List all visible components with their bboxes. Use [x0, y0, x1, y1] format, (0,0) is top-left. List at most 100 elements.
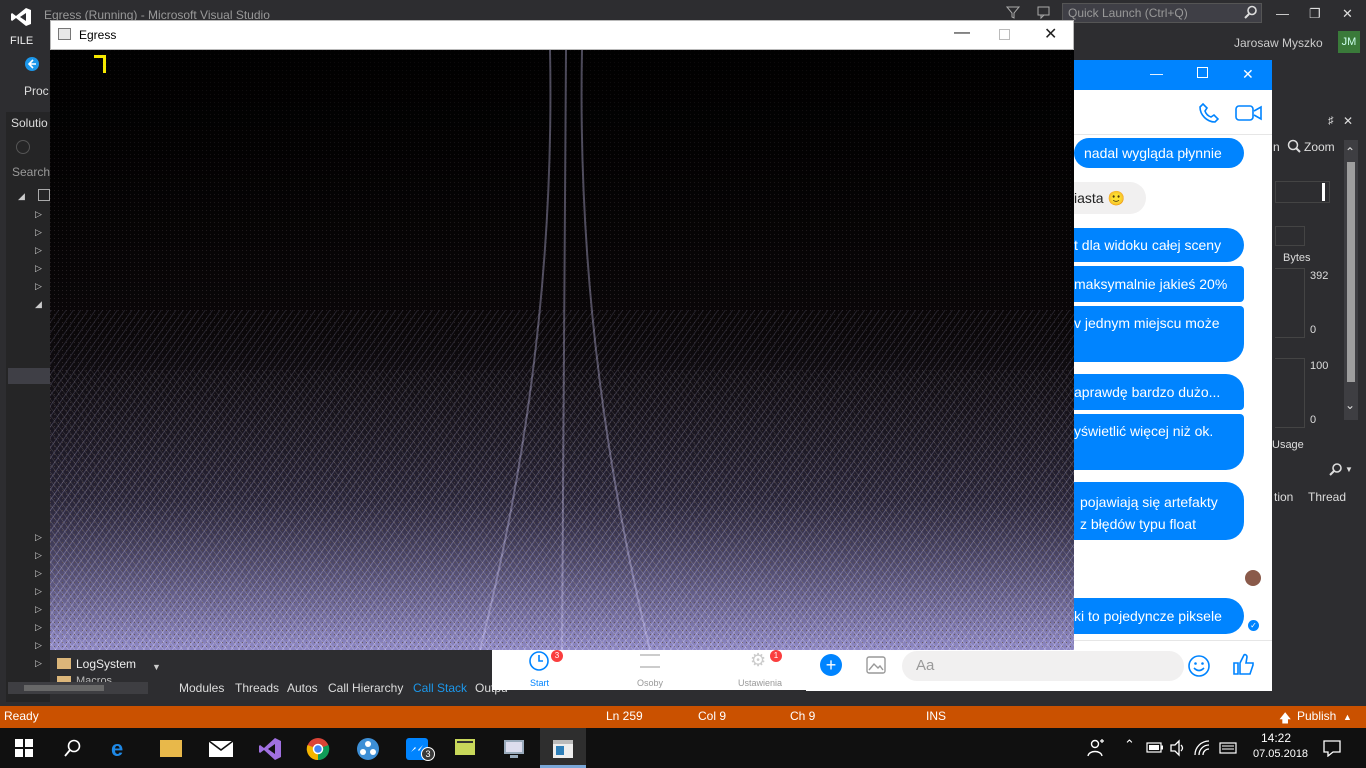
tree-collapsed-icon[interactable]: ▷ [35, 245, 42, 256]
mail-icon[interactable] [208, 740, 234, 758]
windows-start-icon[interactable] [15, 739, 33, 757]
chrome-icon[interactable] [306, 737, 330, 761]
message-bubble-incoming[interactable]: iasta 🙂 [1074, 182, 1146, 214]
people-icon[interactable] [1087, 739, 1105, 757]
message-bubble[interactable]: pojawiają się artefakty z błędów typu flo… [1074, 482, 1244, 540]
tree-collapsed-icon[interactable]: ▷ [35, 604, 42, 615]
messenger-minimize-icon[interactable]: — [1150, 66, 1163, 81]
vs-restore-icon[interactable]: ❐ [1309, 6, 1321, 22]
tree-collapsed-icon[interactable]: ▷ [35, 550, 42, 561]
tab-call-hierarchy[interactable]: Call Hierarchy [328, 681, 403, 695]
message-bubble[interactable]: yświetlić więcej niż ok. [1074, 414, 1244, 470]
scrollbar-thumb[interactable] [1347, 162, 1355, 382]
message-bubble[interactable]: ki to pojedyncze piksele [1074, 598, 1244, 634]
pin-icon[interactable]: ♯ [1328, 115, 1334, 127]
tree-collapsed-icon[interactable]: ▷ [35, 622, 42, 633]
app-cluster-icon[interactable] [356, 737, 380, 761]
user-name[interactable]: Jarosaw Myszko [1234, 36, 1323, 50]
tab-autos[interactable]: Autos [287, 681, 318, 695]
tree-collapsed-icon[interactable]: ▷ [35, 281, 42, 292]
publish-caret-icon[interactable]: ▲ [1343, 712, 1352, 722]
filter-icon[interactable] [1006, 5, 1020, 19]
column-header-function[interactable]: tion [1274, 490, 1293, 504]
people-list-icon[interactable] [640, 654, 660, 668]
tree-collapsed-icon[interactable]: ▷ [35, 640, 42, 651]
publish-button[interactable]: Publish [1297, 709, 1336, 723]
volume-icon[interactable] [1169, 739, 1187, 757]
scroll-up-icon[interactable]: ⌃ [1345, 145, 1355, 159]
gear-icon[interactable]: ⚙ [750, 650, 766, 671]
thumbs-up-icon[interactable] [1232, 652, 1256, 676]
message-bubble[interactable]: nadal wygląda płynnie [1074, 138, 1244, 168]
search-icon[interactable] [1328, 462, 1344, 478]
messenger-close-icon[interactable]: ✕ [1242, 66, 1254, 83]
tree-collapsed-icon[interactable]: ▷ [35, 658, 42, 669]
scroll-down-icon[interactable]: ▼ [152, 662, 161, 672]
video-call-icon[interactable] [1235, 104, 1263, 122]
tree-expand-icon[interactable]: ◢ [35, 299, 42, 310]
egress-maximize-icon[interactable] [999, 29, 1010, 40]
search-icon[interactable] [64, 739, 82, 757]
image-icon[interactable] [866, 656, 886, 674]
tab-call-stack[interactable]: Call Stack [413, 681, 467, 695]
message-input[interactable] [902, 651, 1184, 681]
show-hidden-icons-caret[interactable]: ⌃ [1124, 737, 1135, 753]
battery-icon[interactable] [1146, 742, 1164, 753]
vs-minimize-icon[interactable]: — [1276, 6, 1289, 21]
clock-icon[interactable] [528, 650, 550, 672]
action-center-icon[interactable] [1323, 739, 1341, 757]
column-header-thread[interactable]: Thread [1308, 490, 1346, 504]
vs-close-icon[interactable]: ✕ [1342, 6, 1353, 22]
egress-minimize-icon[interactable]: — [954, 24, 970, 42]
visual-studio-taskbar-icon[interactable] [257, 736, 283, 762]
panel-close-icon[interactable]: ✕ [1343, 114, 1353, 128]
feedback-icon[interactable] [1036, 4, 1052, 20]
tree-collapsed-icon[interactable]: ▷ [35, 532, 42, 543]
scroll-down-icon[interactable]: ⌄ [1345, 398, 1355, 412]
remote-desktop-icon[interactable] [502, 737, 526, 761]
add-plus-icon[interactable]: + [820, 654, 842, 676]
text-editor-icon[interactable] [453, 737, 477, 759]
menu-file[interactable]: FILE [10, 35, 33, 47]
solution-explorer-title[interactable]: Solutio [11, 116, 48, 130]
nav-back-icon[interactable] [16, 140, 30, 154]
file-explorer-icon[interactable] [160, 740, 182, 757]
messenger-maximize-icon[interactable] [1197, 67, 1208, 78]
message-bubble[interactable]: v jednym miejscu może [1074, 306, 1244, 362]
dropdown-arrow-icon[interactable]: ▼ [1345, 465, 1353, 474]
timeline-marker[interactable] [1322, 183, 1325, 201]
tab-modules[interactable]: Modules [179, 681, 224, 695]
solution-search-input[interactable]: Search [12, 165, 50, 179]
tree-collapsed-icon[interactable]: ▷ [35, 568, 42, 579]
tree-collapsed-icon[interactable]: ▷ [35, 227, 42, 238]
zoom-label[interactable]: Zoom [1304, 140, 1335, 154]
egress-close-icon[interactable]: ✕ [1044, 24, 1057, 44]
nav-people[interactable]: Osoby [637, 678, 663, 688]
tree-item-logsystem[interactable]: LogSystem [76, 657, 136, 671]
message-bubble[interactable]: maksymalnie jakieś 20% [1074, 266, 1244, 302]
scrollbar-thumb[interactable] [24, 685, 104, 691]
edge-browser-icon[interactable]: e [111, 736, 137, 762]
taskbar-clock-date[interactable]: 07.05.2018 [1253, 748, 1308, 760]
wifi-icon[interactable] [1193, 739, 1211, 757]
nav-settings[interactable]: Ustawienia [738, 678, 782, 688]
egress-taskbar-icon[interactable] [551, 738, 575, 760]
render-viewport[interactable] [50, 50, 1074, 650]
tree-selected-row[interactable] [8, 368, 50, 384]
emoji-icon[interactable] [1187, 654, 1211, 678]
message-bubble[interactable]: aprawdę bardzo dużo... [1074, 374, 1244, 410]
keyboard-icon[interactable] [1219, 740, 1237, 756]
publish-up-arrow-icon[interactable]: 🡅 [1279, 709, 1291, 730]
back-arrow-icon[interactable] [24, 56, 40, 72]
tree-collapsed-icon[interactable]: ▷ [35, 209, 42, 220]
message-bubble[interactable]: t dla widoku całej sceny [1074, 228, 1244, 262]
tree-collapsed-icon[interactable]: ▷ [35, 586, 42, 597]
tab-threads[interactable]: Threads [235, 681, 279, 695]
search-icon[interactable] [1244, 5, 1258, 19]
zoom-icon[interactable] [1287, 139, 1301, 153]
cpu-usage-tab[interactable]: Usage [1272, 439, 1304, 451]
tree-collapsed-icon[interactable]: ▷ [35, 263, 42, 274]
nav-start[interactable]: Start [530, 678, 549, 688]
tree-expand-icon[interactable]: ◢ [18, 191, 25, 202]
phone-call-icon[interactable] [1198, 102, 1220, 124]
